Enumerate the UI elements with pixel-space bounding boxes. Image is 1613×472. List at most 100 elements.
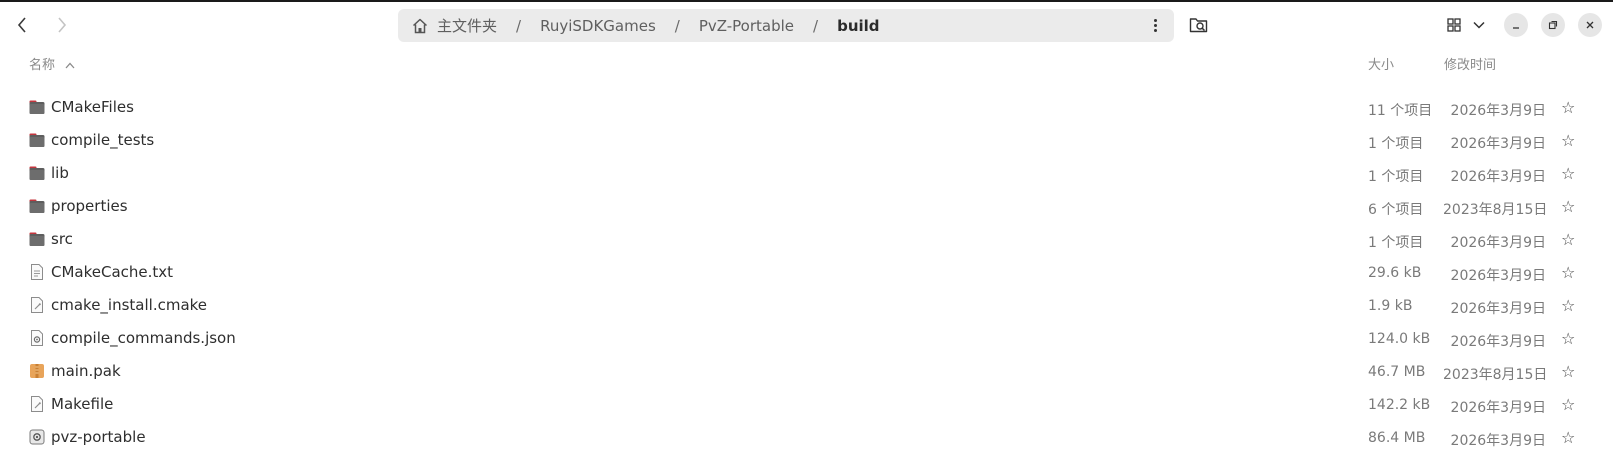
kebab-dot xyxy=(1153,28,1157,32)
star-icon[interactable]: ☆ xyxy=(1561,395,1575,414)
breadcrumb-home[interactable]: 主文件夹 xyxy=(435,15,499,36)
view-options-button[interactable] xyxy=(1466,12,1492,38)
folder-icon xyxy=(29,165,45,181)
file-row[interactable]: compile_commands.json 124.0 kB 2026年3月9日 ☆ xyxy=(0,322,1613,355)
folder-icon xyxy=(29,198,45,214)
breadcrumb-separator: / xyxy=(674,16,680,35)
file-size: 29.6 kB xyxy=(1368,265,1422,281)
star-icon[interactable]: ☆ xyxy=(1561,230,1575,249)
star-icon[interactable]: ☆ xyxy=(1561,329,1575,348)
json-file-icon xyxy=(29,330,45,346)
file-name: src xyxy=(51,230,73,248)
path-bar[interactable]: 主文件夹 / RuyiSDKGames / PvZ-Portable / bui… xyxy=(398,9,1174,42)
file-row[interactable]: properties 6 个项目 2023年8月15日 ☆ xyxy=(0,190,1613,223)
star-icon[interactable]: ☆ xyxy=(1561,263,1575,282)
view-mode-button[interactable] xyxy=(1441,12,1467,38)
maximize-button[interactable] xyxy=(1541,13,1565,37)
file-modified: 2026年3月9日 xyxy=(1450,400,1546,416)
folder-icon xyxy=(29,99,45,115)
file-modified: 2026年3月9日 xyxy=(1450,103,1546,119)
chevron-left-icon xyxy=(17,17,26,33)
file-modified: 2026年3月9日 xyxy=(1450,301,1546,317)
file-name: cmake_install.cmake xyxy=(51,296,208,314)
search-button[interactable] xyxy=(1186,12,1212,38)
file-name: lib xyxy=(51,164,69,182)
file-name: pvz-portable xyxy=(51,428,146,446)
text-file-icon xyxy=(29,264,45,280)
file-modified: 2026年3月9日 xyxy=(1450,235,1546,251)
star-icon[interactable]: ☆ xyxy=(1561,131,1575,150)
breadcrumb-pvz-portable[interactable]: PvZ-Portable xyxy=(697,17,796,35)
column-name-label: 名称 xyxy=(29,58,56,73)
column-header-name[interactable]: 名称 xyxy=(29,54,75,73)
file-size: 46.7 MB xyxy=(1368,364,1426,380)
folder-icon xyxy=(29,132,45,148)
column-header-modified[interactable]: 修改时间 xyxy=(1444,54,1496,73)
file-size: 6 个项目 xyxy=(1368,202,1424,218)
column-size-label: 大小 xyxy=(1368,58,1395,73)
star-icon[interactable]: ☆ xyxy=(1561,362,1575,381)
window-top-border xyxy=(0,0,1613,2)
file-modified: 2026年3月9日 xyxy=(1450,334,1546,350)
breadcrumb-ruyisdkgames[interactable]: RuyiSDKGames xyxy=(538,17,658,35)
forward-button[interactable] xyxy=(47,10,77,40)
file-name: compile_commands.json xyxy=(51,329,236,347)
script-file-icon xyxy=(29,396,45,412)
minimize-icon xyxy=(1513,27,1519,29)
star-icon[interactable]: ☆ xyxy=(1561,428,1575,447)
file-size: 124.0 kB xyxy=(1368,331,1431,347)
star-icon[interactable]: ☆ xyxy=(1561,296,1575,315)
file-name: compile_tests xyxy=(51,131,155,149)
file-name: properties xyxy=(51,197,128,215)
close-button[interactable] xyxy=(1578,13,1602,37)
folder-search-icon xyxy=(1189,18,1208,33)
kebab-dot xyxy=(1153,23,1157,27)
home-icon xyxy=(412,18,428,33)
file-row[interactable]: lib 1 个项目 2026年3月9日 ☆ xyxy=(0,157,1613,190)
back-button[interactable] xyxy=(7,10,37,40)
file-modified: 2023年8月15日 xyxy=(1443,367,1548,383)
file-modified: 2023年8月15日 xyxy=(1443,202,1548,218)
file-row[interactable]: Makefile 142.2 kB 2026年3月9日 ☆ xyxy=(0,388,1613,421)
star-icon[interactable]: ☆ xyxy=(1561,98,1575,117)
sort-ascending-icon xyxy=(65,62,75,69)
folder-icon xyxy=(29,231,45,247)
column-modified-label: 修改时间 xyxy=(1444,58,1497,73)
file-modified: 2026年3月9日 xyxy=(1450,268,1546,284)
file-modified: 2026年3月9日 xyxy=(1450,169,1546,185)
file-size: 1 个项目 xyxy=(1368,136,1424,152)
breadcrumb-build[interactable]: build xyxy=(835,17,881,35)
script-file-icon xyxy=(29,297,45,313)
restore-icon xyxy=(1548,20,1558,30)
archive-file-icon xyxy=(29,363,45,379)
file-modified: 2026年3月9日 xyxy=(1450,433,1546,449)
executable-file-icon xyxy=(29,429,45,445)
file-row[interactable]: cmake_install.cmake 1.9 kB 2026年3月9日 ☆ xyxy=(0,289,1613,322)
file-row[interactable]: CMakeCache.txt 29.6 kB 2026年3月9日 ☆ xyxy=(0,256,1613,289)
file-row[interactable]: main.pak 46.7 MB 2023年8月15日 ☆ xyxy=(0,355,1613,388)
breadcrumb-separator: / xyxy=(516,16,522,35)
file-size: 1 个项目 xyxy=(1368,169,1424,185)
file-size: 1.9 kB xyxy=(1368,298,1413,314)
star-icon[interactable]: ☆ xyxy=(1561,197,1575,216)
file-row[interactable]: compile_tests 1 个项目 2026年3月9日 ☆ xyxy=(0,124,1613,157)
file-name: main.pak xyxy=(51,362,121,380)
kebab-menu-icon xyxy=(1153,18,1157,22)
column-header-size[interactable]: 大小 xyxy=(1368,54,1394,73)
file-modified: 2026年3月9日 xyxy=(1450,136,1546,152)
minimize-button[interactable] xyxy=(1504,13,1528,37)
file-size: 142.2 kB xyxy=(1368,397,1431,413)
file-row[interactable]: pvz-portable 86.4 MB 2026年3月9日 ☆ xyxy=(0,421,1613,454)
grid-view-icon xyxy=(1447,18,1461,32)
star-icon[interactable]: ☆ xyxy=(1561,164,1575,183)
path-menu-button[interactable] xyxy=(1144,14,1166,36)
file-name: Makefile xyxy=(51,395,114,413)
file-name: CMakeFiles xyxy=(51,98,134,116)
file-row[interactable]: src 1 个项目 2026年3月9日 ☆ xyxy=(0,223,1613,256)
chevron-down-icon xyxy=(1473,21,1485,29)
file-row[interactable]: CMakeFiles 11 个项目 2026年3月9日 ☆ xyxy=(0,91,1613,124)
file-size: 1 个项目 xyxy=(1368,235,1424,251)
chevron-right-icon xyxy=(58,17,67,33)
breadcrumb-separator: / xyxy=(813,16,819,35)
file-name: CMakeCache.txt xyxy=(51,263,174,281)
